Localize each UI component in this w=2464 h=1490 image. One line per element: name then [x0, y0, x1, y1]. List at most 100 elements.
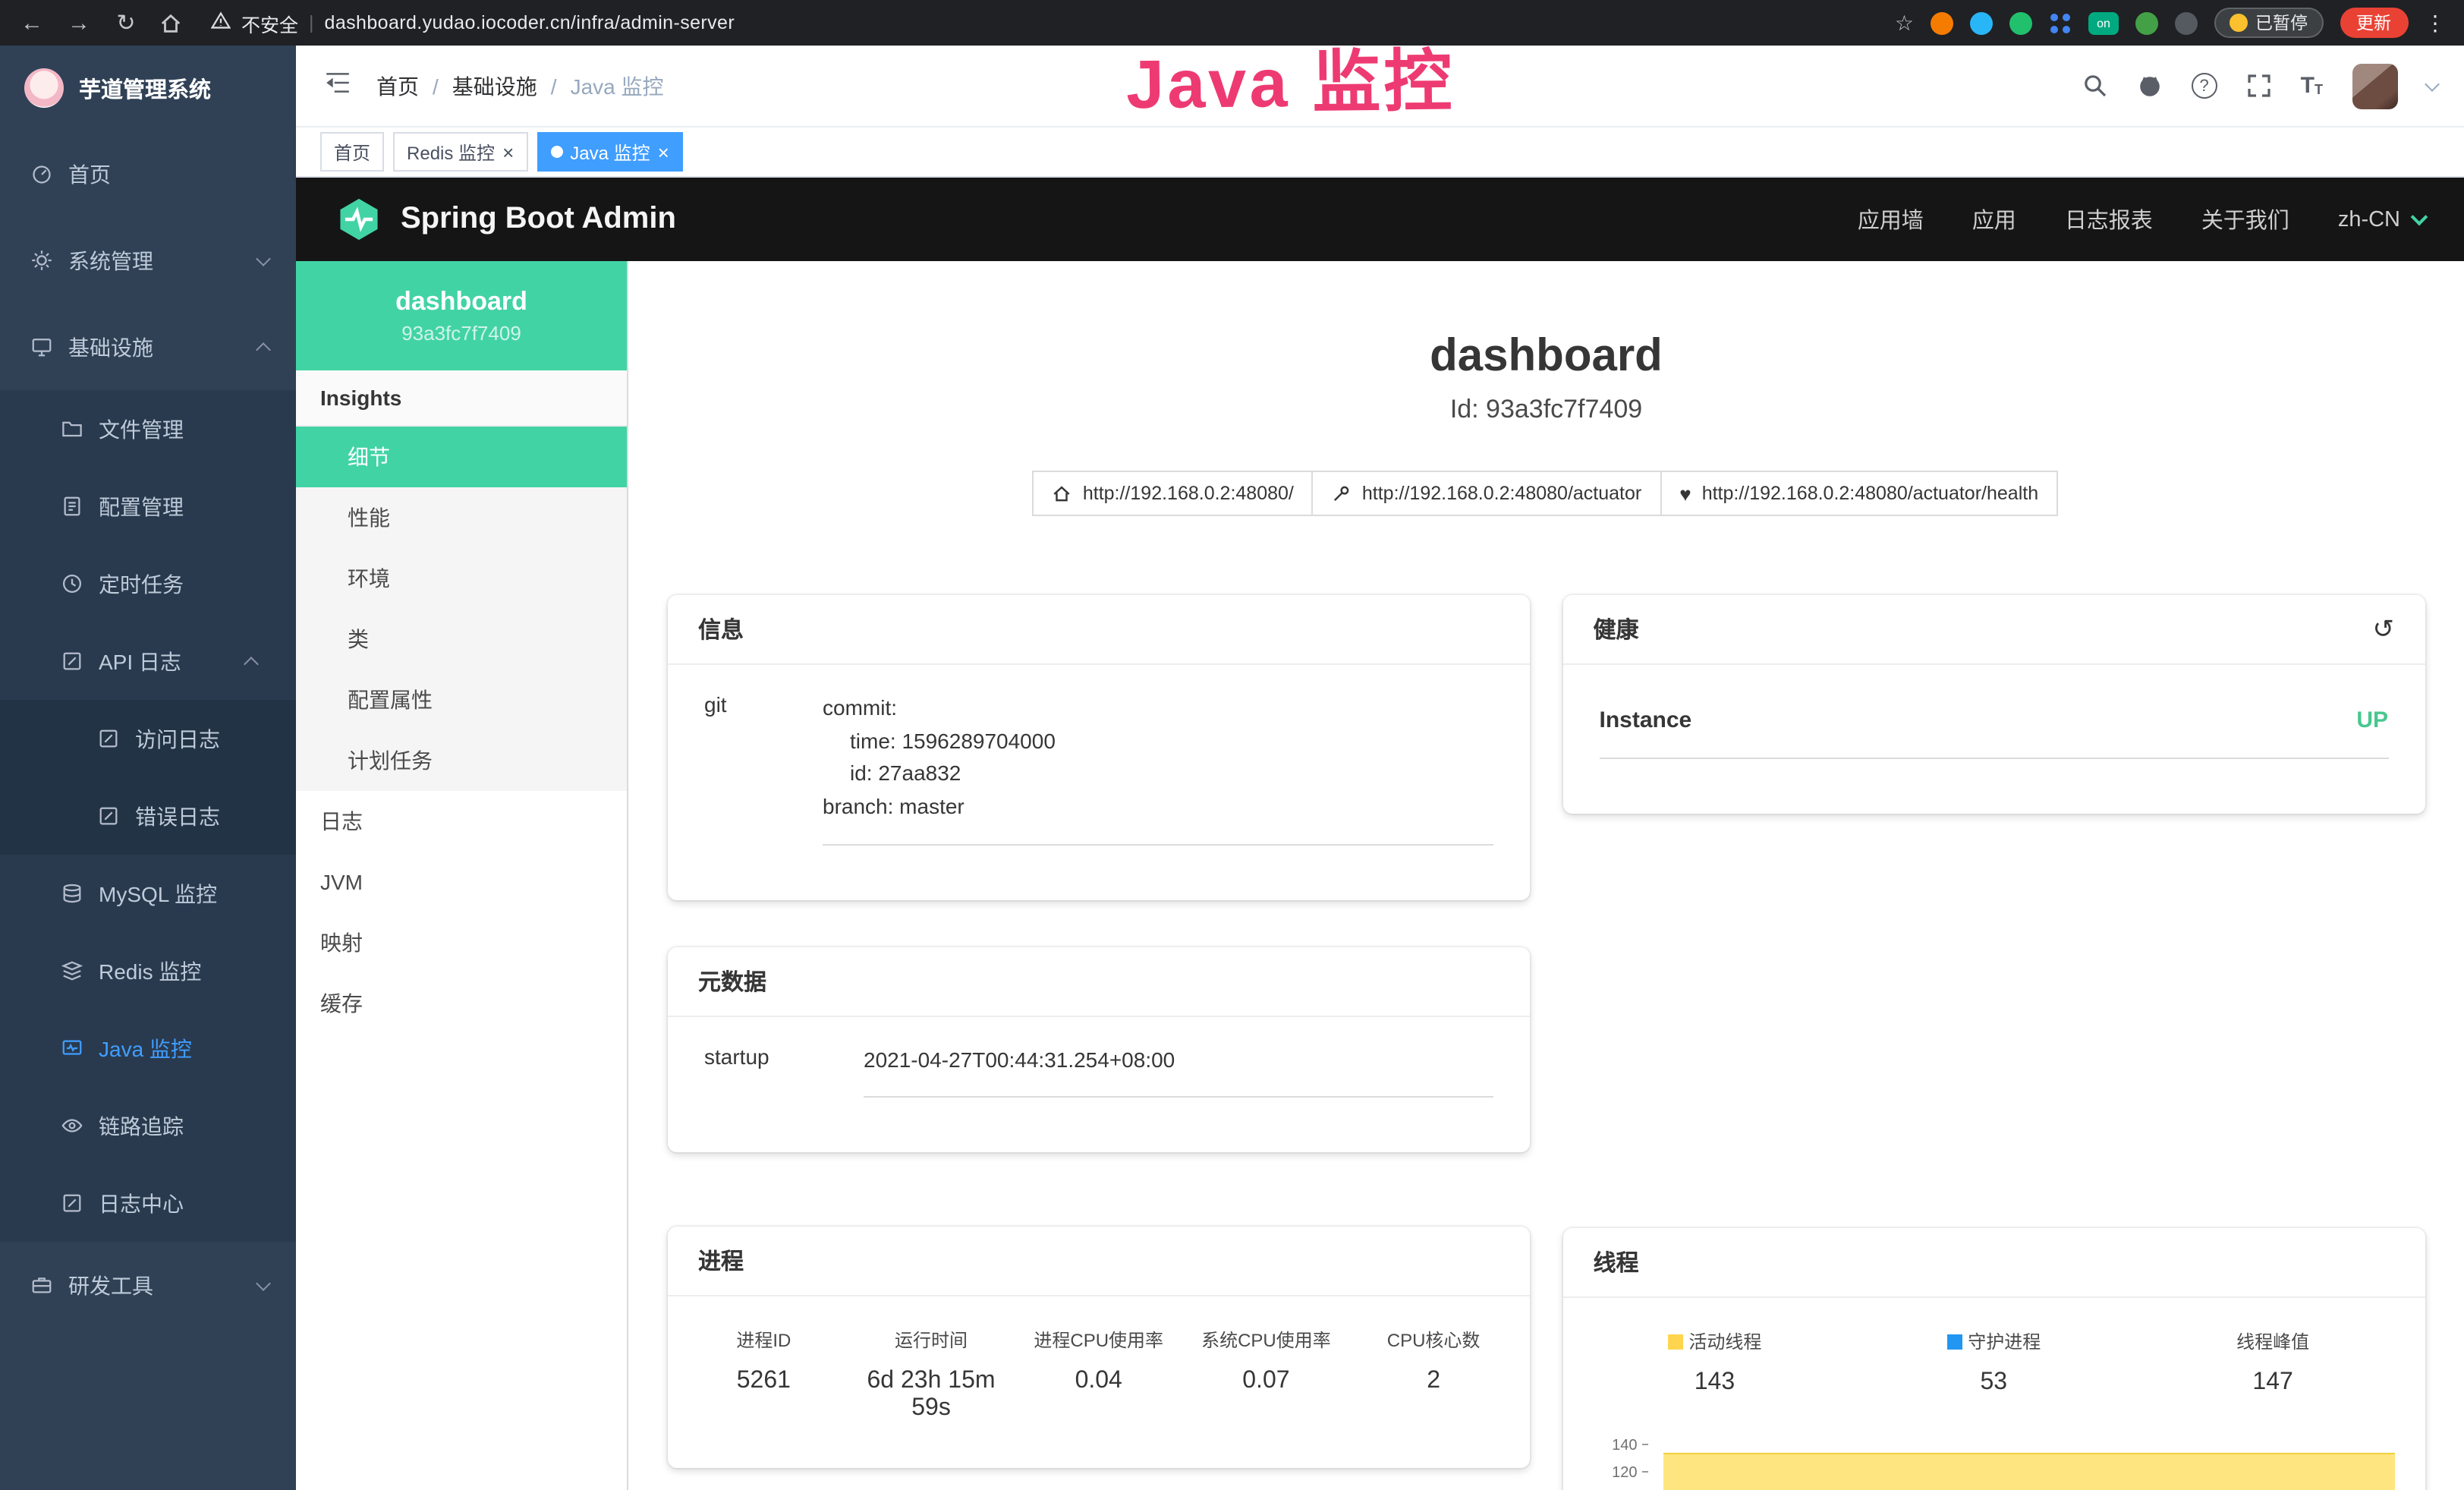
history-icon[interactable]: ↺ — [2373, 614, 2395, 644]
health-url-link[interactable]: ♥ http://192.168.0.2:48080/actuator/heal… — [1660, 471, 2058, 516]
stat-label: 活动线程 — [1575, 1328, 1855, 1354]
health-card-header: 健康 ↺ — [1563, 595, 2425, 665]
tab-redis-monitor[interactable]: Redis 监控 × — [393, 132, 527, 172]
sidebar-item-infra[interactable]: 基础设施 — [0, 304, 296, 390]
spring-boot-admin: Spring Boot Admin 应用墙 应用 日志报表 关于我们 zh-CN — [296, 178, 2464, 1490]
sba-nav-wallboard[interactable]: 应用墙 — [1858, 203, 1924, 235]
sba-brand[interactable]: Spring Boot Admin — [401, 202, 676, 237]
sba-item-metrics[interactable]: 性能 — [296, 487, 627, 548]
sidebar-item-log-center[interactable]: 日志中心 — [0, 1164, 296, 1242]
sidebar-item-config[interactable]: 配置管理 — [0, 468, 296, 545]
sidebar-item-trace[interactable]: 链路追踪 — [0, 1087, 296, 1164]
stat-value: 143 — [1575, 1369, 1855, 1397]
browser-menu-icon[interactable]: ⋮ — [2425, 10, 2446, 36]
api-log-icon — [61, 650, 83, 673]
chevron-down-icon — [2410, 209, 2428, 226]
app-logo-row[interactable]: 芋道管理系统 — [0, 46, 296, 131]
sidebar-item-mysql[interactable]: MySQL 监控 — [0, 855, 296, 932]
trace-icon — [61, 1114, 83, 1137]
sidebar-item-home[interactable]: 首页 — [0, 131, 296, 217]
address-divider: | — [309, 12, 314, 33]
process-stats: 进程ID 5261 运行时间 6d 23h 15m 59s — [668, 1297, 1530, 1469]
leaf-extension-icon[interactable] — [2135, 11, 2158, 34]
drop-extension-icon[interactable] — [1970, 11, 1993, 34]
sidebar-item-redis[interactable]: Redis 监控 — [0, 932, 296, 1010]
font-size-icon[interactable]: TT — [2301, 74, 2323, 97]
browser-home-icon[interactable] — [159, 11, 182, 34]
green-extension-icon[interactable] — [2009, 11, 2032, 34]
sba-nav-applications[interactable]: 应用 — [1972, 203, 2016, 235]
y-axis-tick: 140 — [1597, 1438, 1648, 1454]
close-icon[interactable]: × — [502, 142, 514, 162]
hamburger-icon[interactable] — [323, 68, 352, 104]
sba-item-caches[interactable]: 缓存 — [296, 973, 627, 1034]
forward-icon[interactable]: → — [65, 11, 93, 34]
app-logo — [24, 68, 64, 108]
back-icon[interactable]: ← — [18, 11, 46, 34]
sba-item-scheduled-tasks[interactable]: 计划任务 — [296, 730, 627, 791]
sba-item-config-props[interactable]: 配置属性 — [296, 669, 627, 730]
update-button[interactable]: 更新 — [2340, 8, 2408, 38]
stat-cpu-cores: CPU核心数 2 — [1350, 1328, 1518, 1423]
bookmark-star-icon[interactable]: ☆ — [1895, 10, 1914, 36]
breadcrumb-infra[interactable]: 基础设施 — [452, 71, 537, 101]
home-icon — [1053, 484, 1072, 503]
user-avatar[interactable] — [2352, 63, 2397, 109]
sba-item-mappings[interactable]: 映射 — [296, 912, 627, 973]
search-icon[interactable] — [2082, 73, 2108, 99]
instance-id: 93a3fc7f7409 — [401, 322, 521, 345]
metadata-card: 元数据 startup 2021-04-27T00:44:31.254+08:0… — [668, 947, 1530, 1153]
health-instance-label: Instance — [1600, 707, 1692, 733]
threads-chart: 140 120 100 — [1597, 1412, 2398, 1490]
daemon-threads-legend-swatch — [1946, 1334, 1962, 1350]
sba-nav-journal[interactable]: 日志报表 — [2065, 203, 2153, 235]
cards-right-column: 健康 ↺ Instance UP — [1563, 595, 2425, 1490]
fox-extension-icon[interactable] — [1931, 11, 1953, 34]
sba-item-logs[interactable]: 日志 — [296, 791, 627, 852]
sidebar-item-scheduler[interactable]: 定时任务 — [0, 545, 296, 622]
reload-icon[interactable]: ↻ — [112, 11, 140, 34]
avatar-caret-icon[interactable] — [2424, 76, 2439, 91]
sidebar-item-files[interactable]: 文件管理 — [0, 390, 296, 468]
service-url: http://192.168.0.2:48080/ — [1083, 483, 1294, 504]
github-icon[interactable] — [2137, 73, 2163, 99]
stat-label: 运行时间 — [848, 1328, 1015, 1353]
sidebar-item-devtools[interactable]: 研发工具 — [0, 1242, 296, 1328]
actuator-url-link[interactable]: http://192.168.0.2:48080/actuator — [1312, 471, 1661, 516]
sidebar-item-error-log[interactable]: 错误日志 — [0, 777, 296, 855]
sidebar-item-api-log[interactable]: API 日志 — [0, 622, 296, 700]
locale-select[interactable]: zh-CN — [2338, 207, 2425, 232]
stat-value: 6d 23h 15m 59s — [848, 1369, 1015, 1423]
breadcrumb-home[interactable]: 首页 — [376, 71, 419, 101]
sba-nav-about[interactable]: 关于我们 — [2201, 203, 2289, 235]
bug-extension-icon[interactable] — [2175, 11, 2198, 34]
url-text[interactable]: dashboard.yudao.iocoder.cn/infra/admin-s… — [325, 12, 735, 33]
sidebar-item-access-log[interactable]: 访问日志 — [0, 700, 296, 777]
sidebar-item-system[interactable]: 系统管理 — [0, 217, 296, 304]
tab-java-monitor[interactable]: Java 监控 × — [537, 132, 683, 172]
address-bar[interactable]: 不安全 | dashboard.yudao.iocoder.cn/infra/a… — [211, 8, 735, 37]
grid-extension-icon[interactable] — [2049, 11, 2072, 34]
stat-value: 53 — [1854, 1369, 2133, 1397]
instance-header[interactable]: dashboard 93a3fc7f7409 — [296, 261, 627, 370]
on-badge-extension-icon[interactable]: on — [2088, 11, 2119, 34]
service-url-link[interactable]: http://192.168.0.2:48080/ — [1033, 471, 1314, 516]
sba-item-environment[interactable]: 环境 — [296, 548, 627, 609]
metadata-value: 2021-04-27T00:44:31.254+08:00 — [864, 1044, 1493, 1098]
info-card-title: 信息 — [668, 595, 1530, 665]
stat-value: 147 — [2133, 1369, 2412, 1397]
help-icon[interactable]: ? — [2192, 73, 2217, 99]
sba-item-details[interactable]: 细节 — [296, 427, 627, 487]
sba-sidebar: dashboard 93a3fc7f7409 Insights 细节 性能 环境… — [296, 261, 628, 1490]
sidebar-item-java-monitor[interactable]: Java 监控 — [0, 1010, 296, 1087]
paused-badge[interactable]: 已暂停 — [2214, 8, 2323, 38]
fullscreen-icon[interactable] — [2246, 73, 2272, 99]
metadata-card-body: startup 2021-04-27T00:44:31.254+08:00 — [668, 1017, 1530, 1153]
sba-item-jvm[interactable]: JVM — [296, 852, 627, 912]
topbar-actions: ? TT — [2082, 63, 2437, 109]
health-url: http://192.168.0.2:48080/actuator/health — [1702, 483, 2038, 504]
close-icon[interactable]: × — [658, 142, 669, 162]
tab-home[interactable]: 首页 — [320, 132, 384, 172]
sba-item-classes[interactable]: 类 — [296, 609, 627, 669]
security-label: 不安全 — [241, 8, 298, 37]
